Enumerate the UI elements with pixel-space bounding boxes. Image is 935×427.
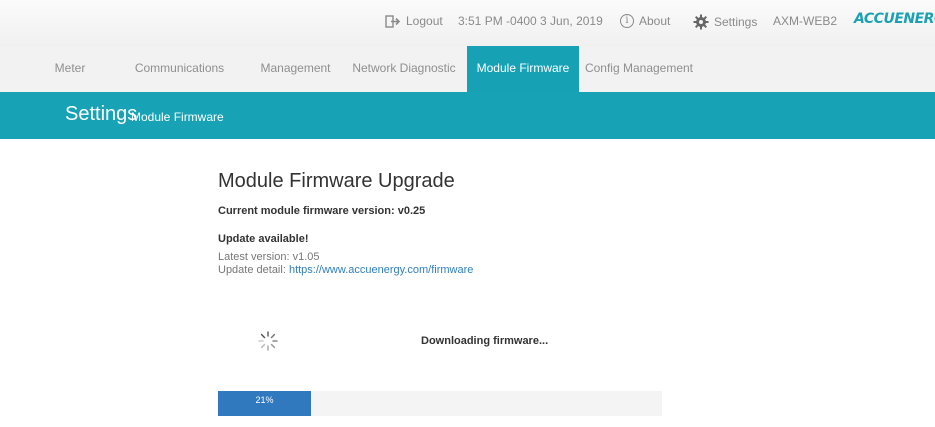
progress-bar: 21%	[218, 391, 662, 416]
settings-button[interactable]: Settings	[693, 14, 757, 30]
firmware-heading: Module Firmware Upgrade	[218, 170, 455, 192]
gear-icon	[693, 14, 709, 30]
logout-button[interactable]: Logout	[385, 14, 443, 28]
latest-version-row: Latest version: v1.05	[218, 251, 698, 263]
device-name-text: AXM-WEB2	[773, 14, 838, 28]
tab-network-diagnostic[interactable]: Network Diagnostic	[343, 46, 465, 92]
page-subtitle: Module Firmware	[131, 110, 224, 124]
tab-communications[interactable]: Communications	[122, 46, 237, 92]
datetime-text: 3:51 PM -0400 3 Jun, 2019	[458, 14, 603, 28]
info-icon: i	[620, 14, 634, 28]
update-detail-row: Update detail: https://www.accuenergy.co…	[218, 264, 698, 276]
tab-config-management[interactable]: Config Management	[580, 46, 698, 92]
logout-label: Logout	[406, 14, 443, 28]
update-available: Update available!	[218, 233, 309, 245]
about-label: About	[639, 14, 671, 28]
update-detail-link[interactable]: https://www.accuenergy.com/firmware	[289, 264, 473, 276]
latest-version-label: Latest version:	[218, 251, 290, 263]
settings-label: Settings	[714, 15, 758, 29]
page-title: Settings	[65, 103, 138, 125]
device-name: AXM-WEB2	[773, 14, 837, 28]
download-status: Downloading firmware...	[421, 335, 549, 347]
about-button[interactable]: i About	[620, 14, 670, 28]
tab-management[interactable]: Management	[248, 46, 343, 92]
brand-logo: ACCUENERGY	[854, 11, 935, 27]
nav-tabs: Meter Communications Management Network …	[0, 46, 935, 92]
update-detail-label: Update detail:	[218, 264, 286, 276]
tab-module-firmware[interactable]: Module Firmware	[467, 46, 579, 92]
spinner-icon	[258, 331, 278, 351]
latest-version-value: v1.05	[292, 251, 320, 263]
logout-icon	[385, 14, 401, 28]
firmware-panel: Module Firmware Upgrade Current module f…	[218, 170, 698, 276]
page-header: Settings Module Firmware	[0, 92, 935, 139]
progress-label: 21%	[255, 395, 274, 405]
top-bar: Logout 3:51 PM -0400 3 Jun, 2019 i About…	[0, 0, 935, 46]
progress-fill: 21%	[218, 391, 311, 416]
tab-meter[interactable]: Meter	[40, 46, 100, 92]
datetime-display: 3:51 PM -0400 3 Jun, 2019	[458, 14, 603, 28]
current-version: Current module firmware version: v0.25	[218, 205, 426, 217]
